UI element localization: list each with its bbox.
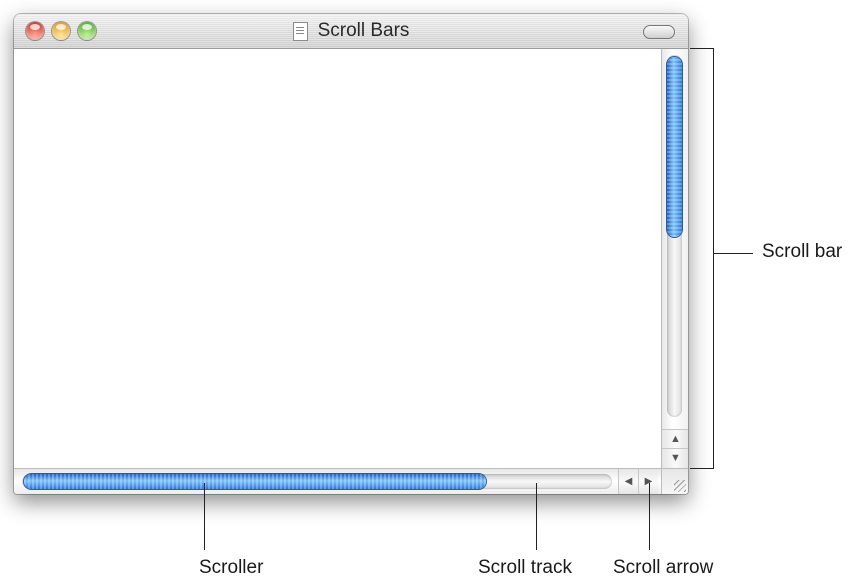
scroll-bar-bracket-bottom (690, 468, 714, 469)
scroll-arrow-leader (649, 483, 650, 550)
horizontal-scroll-bar[interactable]: ◀ ▶ (14, 468, 661, 494)
window: Scroll Bars ▲ ▼ ◀ ▶ (14, 14, 688, 494)
scroll-track-leader (536, 483, 537, 550)
scroller-leader (204, 483, 205, 550)
title-bar[interactable]: Scroll Bars (14, 14, 688, 49)
document-icon (292, 21, 308, 41)
scroll-left-arrow[interactable]: ◀ (618, 469, 638, 494)
scroll-bar-bracket-top (690, 48, 714, 49)
scroll-bar-label: Scroll bar (762, 241, 843, 262)
horizontal-scroller[interactable] (24, 474, 486, 489)
vertical-scroll-bar[interactable]: ▲ ▼ (661, 49, 688, 468)
scroll-track-label: Scroll track (478, 557, 572, 578)
scroller-label: Scroller (199, 557, 264, 578)
scroll-down-arrow[interactable]: ▼ (662, 448, 688, 468)
window-title-area: Scroll Bars (14, 20, 688, 42)
window-title: Scroll Bars (317, 20, 410, 41)
scroll-arrow-label: Scroll arrow (613, 557, 714, 578)
scroll-bar-leader (713, 253, 753, 254)
scroll-right-arrow[interactable]: ▶ (638, 469, 658, 494)
toolbar-toggle-button[interactable] (643, 25, 675, 39)
resize-grip[interactable] (661, 468, 688, 494)
scroll-up-arrow[interactable]: ▲ (662, 429, 688, 449)
scroll-bar-bracket-vertical (713, 48, 714, 469)
content-area (14, 49, 661, 468)
vertical-scroller[interactable] (667, 57, 682, 237)
